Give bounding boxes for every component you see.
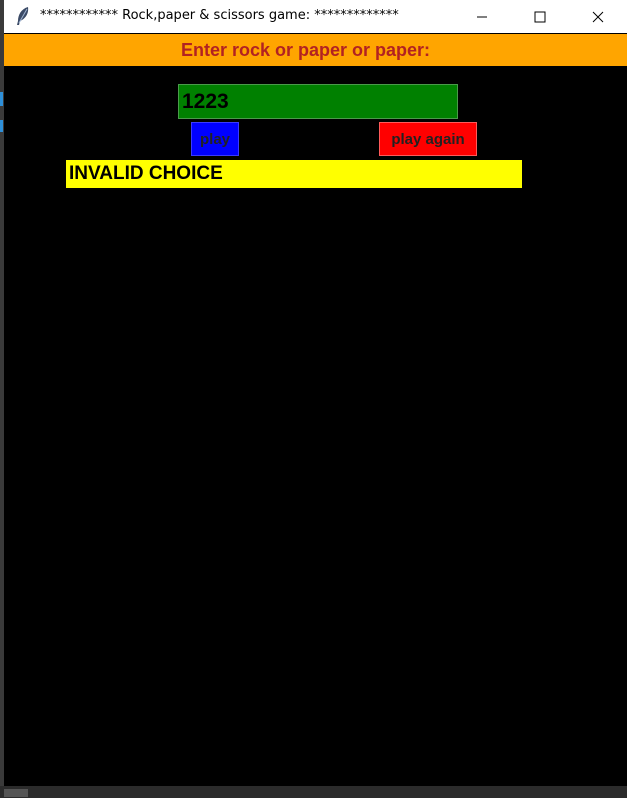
scrollbar-thumb[interactable]: [4, 789, 28, 797]
background-mark: [0, 120, 3, 132]
choice-input[interactable]: [178, 84, 458, 119]
background-mark: [0, 92, 3, 106]
close-button[interactable]: [575, 0, 621, 33]
window-title: ************ Rock,paper & scissors game:…: [40, 8, 399, 23]
prompt-label: Enter rock or paper or paper:: [4, 34, 627, 66]
bottom-scrollbar[interactable]: [0, 786, 627, 798]
app-window: ************ Rock,paper & scissors game:…: [4, 0, 627, 786]
result-label: INVALID CHOICE: [66, 160, 522, 188]
play-button[interactable]: play: [191, 122, 239, 156]
title-bar[interactable]: ************ Rock,paper & scissors game:…: [4, 0, 627, 33]
feather-icon: [14, 6, 32, 26]
maximize-icon: [534, 11, 546, 22]
minimize-button[interactable]: [459, 0, 505, 33]
close-icon: [592, 11, 604, 22]
maximize-button[interactable]: [517, 0, 563, 33]
minimize-icon: [477, 16, 487, 17]
play-again-button[interactable]: play again: [379, 122, 477, 156]
